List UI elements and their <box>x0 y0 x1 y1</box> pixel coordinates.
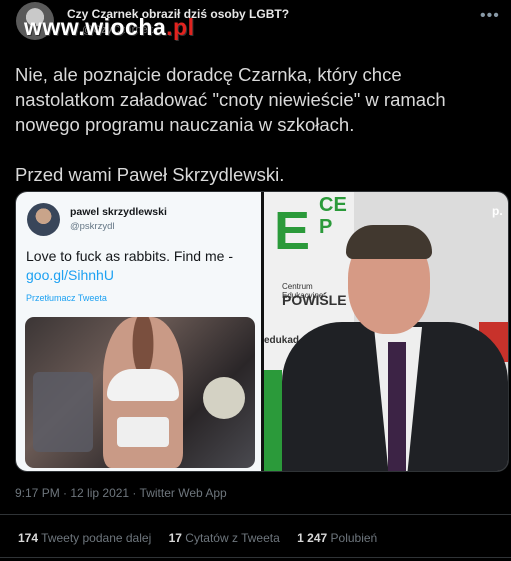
embedded-handle: @pskrzydl <box>70 221 115 232</box>
watermark-main: www.wiocha <box>24 14 167 40</box>
meta-separator-2: · <box>129 486 140 500</box>
quotes-label: Cytatów z Tweeta <box>185 531 280 545</box>
quotes-stat[interactable]: 17 Cytatów z Tweeta <box>169 531 280 545</box>
tweet-meta: 9:17 PM · 12 lip 2021 · Twitter Web App <box>15 486 227 500</box>
man-tie <box>388 342 406 471</box>
embedded-avatar <box>27 203 60 236</box>
photo-lamp <box>203 377 245 419</box>
tweet-header: Czy Czarnek obraził dziś osoby LGBT? @Cz… <box>0 0 511 46</box>
embedded-tweet-screenshot[interactable]: pawel skrzydlewski @pskrzydl Love to fuc… <box>16 192 261 471</box>
photo-background-clutter <box>33 372 93 452</box>
embedded-text-body: Love to fuck as rabbits. Find me - <box>26 248 233 264</box>
photo-lingerie-bottom <box>117 417 169 447</box>
tweet-text: Nie, ale poznajcie doradcę Czarnka, któr… <box>15 64 446 185</box>
embedded-name: pawel skrzydlewski <box>70 206 167 218</box>
embedded-translate: Przetłumacz Tweeta <box>26 293 107 303</box>
man-hair <box>346 225 432 259</box>
logo-letters: CE P <box>319 194 347 238</box>
man-photo[interactable]: E CE P Centrum Edukacyjne POWIŚLE edukad… <box>264 192 508 471</box>
quotes-count: 17 <box>168 531 182 545</box>
sign-big: POWIŚLE <box>282 292 347 308</box>
retweets-stat[interactable]: 174 Tweety podane dalej <box>18 531 151 545</box>
photo-lingerie-top <box>107 369 179 401</box>
tweet-media[interactable]: pawel skrzydlewski @pskrzydl Love to fuc… <box>15 191 509 472</box>
logo-e-mark: E <box>274 201 311 261</box>
tweet-stats: 174 Tweety podane dalej 17 Cytatów z Twe… <box>18 531 391 545</box>
likes-stat[interactable]: 1 247 Polubień <box>297 531 377 545</box>
corner-mark: p. <box>492 204 503 218</box>
tweet-source[interactable]: Twitter Web App <box>140 486 227 500</box>
likes-count: 1 247 <box>297 531 328 545</box>
watermark: www.wiocha.pl <box>24 14 195 41</box>
more-horizontal-icon[interactable]: ••• <box>480 7 500 25</box>
retweets-count: 174 <box>18 531 39 545</box>
divider-top <box>0 514 511 515</box>
embedded-photo <box>25 317 255 468</box>
divider-bottom <box>0 557 511 558</box>
likes-label: Polubień <box>330 531 378 545</box>
meta-separator: · <box>59 486 71 500</box>
tweet-date[interactable]: 12 lip 2021 <box>70 486 129 500</box>
embedded-link: goo.gl/SihnhU <box>26 267 114 283</box>
watermark-suffix: .pl <box>166 14 195 40</box>
green-stripe <box>264 370 282 471</box>
retweets-label: Tweety podane dalej <box>41 531 152 545</box>
tweet-time[interactable]: 9:17 PM <box>15 486 60 500</box>
embedded-text: Love to fuck as rabbits. Find me - goo.g… <box>26 247 256 285</box>
